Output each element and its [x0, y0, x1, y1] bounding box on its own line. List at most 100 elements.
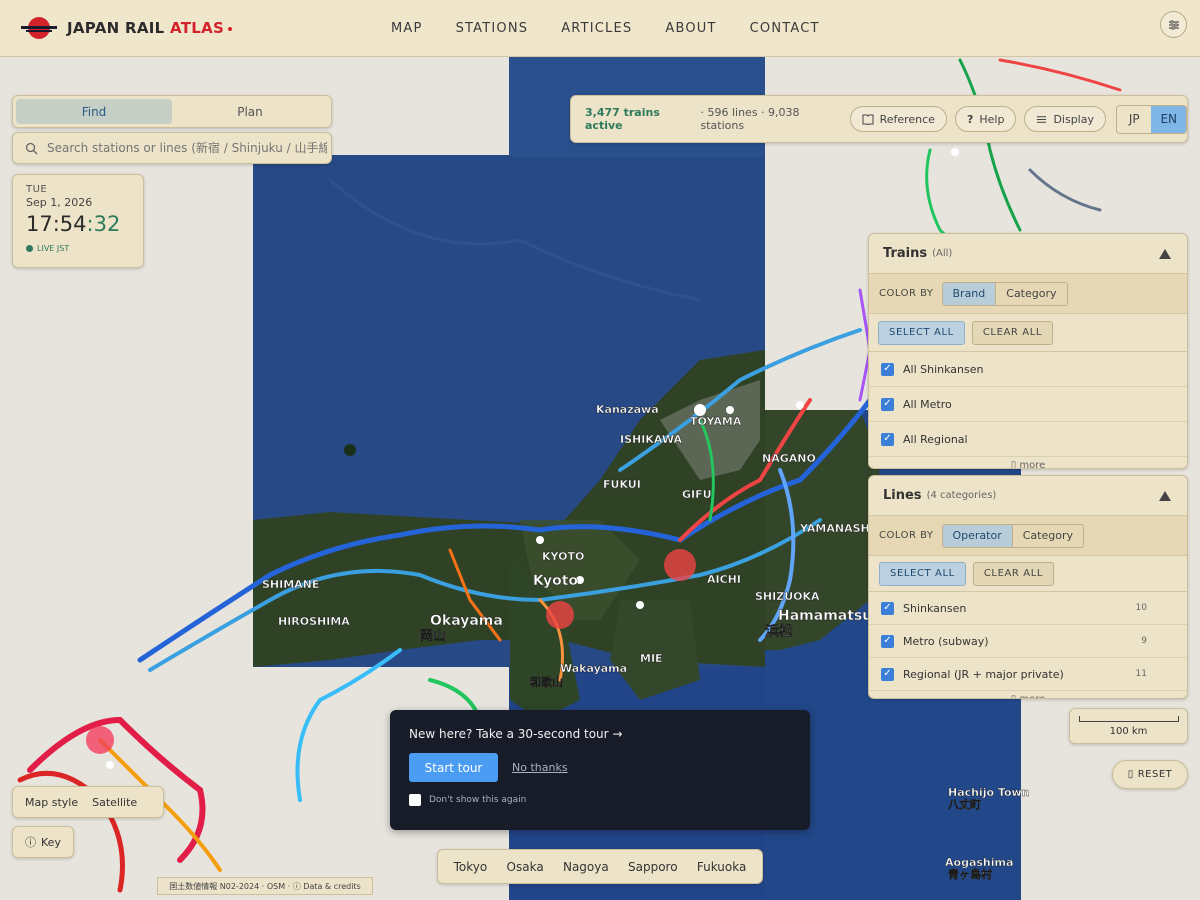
map-label: TOYAMA [690, 415, 742, 428]
more-label: more [1019, 460, 1046, 469]
city-nagoya[interactable]: Nagoya [563, 860, 609, 874]
map-label: FUKUI [603, 478, 641, 491]
logo[interactable]: JAPAN RAIL ATLAS [20, 14, 233, 42]
trains-select-row: SELECT ALL CLEAR ALL [869, 314, 1187, 352]
clear-all-button[interactable]: CLEAR ALL [972, 561, 1055, 586]
book-icon [862, 114, 874, 125]
map-label: MIE [640, 652, 663, 665]
tour-question: New here? Take a 30-second tour → [409, 727, 623, 741]
nav-stations[interactable]: STATIONS [456, 21, 529, 36]
city-fukuoka[interactable]: Fukuoka [697, 860, 746, 874]
list-item[interactable]: ✓ All Shinkansen [869, 352, 1187, 387]
color-by-category[interactable]: Category [1013, 525, 1083, 547]
clock-sep: : [86, 212, 94, 236]
list-item[interactable]: ✓ Regional (JR + major private) 11 [869, 658, 1187, 691]
checkbox-checked-icon[interactable]: ✓ [881, 397, 894, 411]
info-icon: ⓘ [25, 836, 37, 849]
checkbox-checked-icon[interactable]: ✓ [881, 432, 894, 446]
find-plan-toggle: Find Plan [12, 95, 332, 128]
lang-en[interactable]: EN [1151, 105, 1186, 133]
live-label: LIVE JST [37, 244, 70, 253]
search-input[interactable] [47, 141, 327, 155]
collapse-triangle-icon[interactable] [1159, 491, 1171, 501]
color-by-category[interactable]: Category [996, 283, 1066, 305]
trains-color-by: COLOR BY Brand Category [869, 274, 1187, 314]
checkbox-checked-icon[interactable]: ✓ [881, 362, 894, 376]
city-osaka[interactable]: Osaka [507, 860, 544, 874]
collapse-triangle-icon[interactable] [1159, 249, 1171, 259]
map-label: 岡山 [420, 628, 446, 644]
dont-show-row: Don't show this again [409, 794, 791, 806]
stats-bar: 3,477 trains active · 596 lines · 9,038 … [570, 95, 1188, 143]
checkbox-checked-icon[interactable]: ✓ [881, 667, 894, 681]
trains-panel: Trains (All) COLOR BY Brand Category SEL… [868, 233, 1188, 469]
color-by-label: COLOR BY [879, 288, 934, 299]
active-trains-count: 3,477 trains active [585, 106, 660, 132]
trains-panel-header[interactable]: Trains (All) [869, 234, 1187, 274]
lang-jp[interactable]: JP [1117, 106, 1151, 133]
start-tour-button[interactable]: Start tour [409, 753, 498, 782]
attribution[interactable]: 国土数値情報 N02-2024 · OSM · ⓘ Data & credits [157, 877, 373, 895]
dont-show-label: Don't show this again [429, 795, 527, 805]
color-by-brand[interactable]: Brand [942, 282, 997, 305]
lines-panel: Lines (4 categories) COLOR BY Operator C… [868, 475, 1188, 699]
more-link[interactable]: ▯ more [869, 691, 1187, 698]
clear-all-button[interactable]: CLEAR ALL [971, 320, 1054, 345]
clock-weekday: TUE [26, 184, 48, 195]
item-count: 11 [1135, 669, 1147, 679]
map-label: YAMANASHI [799, 522, 874, 535]
no-thanks-link[interactable]: No thanks [512, 761, 568, 774]
nav-contact[interactable]: CONTACT [750, 21, 820, 36]
color-by-segmented: Brand Category [941, 281, 1068, 306]
display-label: Display [1053, 112, 1094, 126]
more-link[interactable]: ▯ more [869, 457, 1187, 469]
list-item[interactable]: ✓ Metro (subway) 9 [869, 625, 1187, 658]
tab-find[interactable]: Find [16, 99, 172, 124]
brand-main: JAPAN RAIL [67, 19, 171, 37]
reference-button[interactable]: Reference [849, 106, 947, 132]
list-item[interactable]: ✓ Shinkansen 10 [869, 592, 1187, 625]
map-label: Hamamatsu [778, 608, 872, 624]
reset-button[interactable]: ▯ RESET [1112, 760, 1188, 789]
key-button[interactable]: ⓘ Key [12, 826, 74, 858]
item-label: Metro (subway) [903, 634, 989, 648]
help-button[interactable]: ? Help [954, 106, 1017, 132]
nav-articles[interactable]: ARTICLES [561, 21, 632, 36]
live-dot-icon [26, 245, 33, 252]
list-item[interactable]: ✓ All Regional [869, 422, 1187, 457]
select-all-button[interactable]: SELECT ALL [878, 320, 965, 345]
map-style-selector[interactable]: Map style Satellite [12, 786, 164, 818]
item-label: All Regional [903, 432, 968, 446]
color-by-operator[interactable]: Operator [942, 524, 1013, 547]
lines-stations-count: · 596 lines · 9,038 stations [700, 106, 800, 132]
checkbox-checked-icon[interactable]: ✓ [881, 601, 894, 615]
reset-icon: ▯ [1127, 769, 1134, 780]
clock-seconds: 32 [93, 212, 121, 236]
map-label: AICHI [707, 573, 741, 586]
select-all-button[interactable]: SELECT ALL [879, 561, 966, 586]
live-clock: TUE Sep 1, 2026 17:54:32 LIVE JST [12, 174, 144, 268]
map-label: Wakayama [560, 662, 627, 675]
nav-about[interactable]: ABOUT [665, 21, 716, 36]
tour-popup: New here? Take a 30-second tour → Start … [390, 710, 810, 830]
nav-map[interactable]: MAP [391, 21, 423, 36]
list-item[interactable]: ✓ All Metro [869, 387, 1187, 422]
tab-plan[interactable]: Plan [172, 99, 328, 124]
shinkansen-logo-icon [21, 17, 57, 39]
trains-title: Trains [883, 246, 928, 261]
color-by-segmented: Operator Category [941, 523, 1084, 548]
display-button[interactable]: Display [1024, 106, 1106, 132]
city-sapporo[interactable]: Sapporo [628, 860, 678, 874]
city-tokyo[interactable]: Tokyo [454, 860, 488, 874]
checkbox-checked-icon[interactable]: ✓ [881, 634, 894, 648]
dont-show-checkbox[interactable] [409, 794, 421, 806]
settings-button[interactable] [1160, 11, 1187, 38]
item-label: All Metro [903, 397, 952, 411]
clock-time: 17:54:32 [26, 212, 130, 236]
more-label: more [1019, 694, 1045, 698]
search-icon [25, 142, 38, 154]
lines-panel-header[interactable]: Lines (4 categories) [869, 476, 1187, 516]
lines-subtitle: (4 categories) [926, 490, 997, 501]
item-label: Shinkansen [903, 601, 967, 615]
item-count: 9 [1141, 636, 1147, 646]
